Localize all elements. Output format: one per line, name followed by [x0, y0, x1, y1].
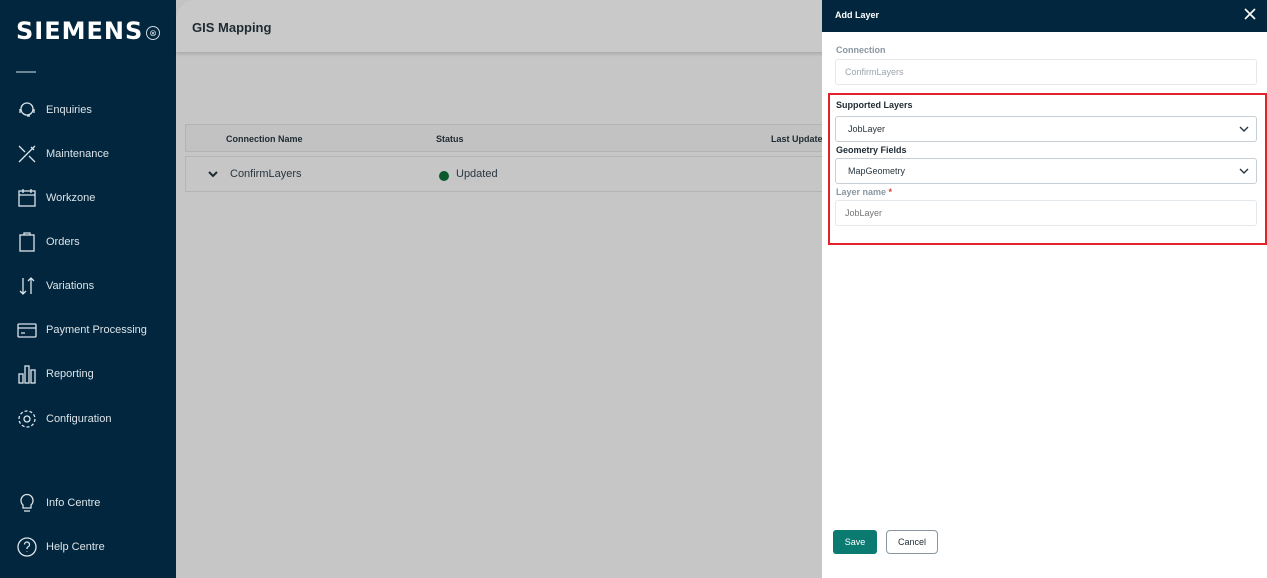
sidebar-item-workzone[interactable]: Workzone	[16, 185, 95, 211]
table-header: Connection Name Status Last Update	[185, 124, 885, 152]
sidebar-item-maintenance[interactable]: Maintenance	[16, 141, 109, 167]
sidebar-item-label: Configuration	[46, 413, 112, 425]
close-icon[interactable]	[1243, 7, 1257, 21]
clipboard-icon	[16, 231, 38, 253]
gear-icon	[16, 408, 38, 430]
geometry-fields-value: MapGeometry	[848, 166, 906, 176]
sidebar-item-label: Reporting	[46, 368, 94, 380]
sidebar-item-info-centre[interactable]: Info Centre	[16, 490, 100, 516]
column-header-status[interactable]: Status	[436, 134, 464, 144]
supported-layers-value: JobLayer	[848, 124, 886, 134]
chevron-down-icon	[1239, 168, 1249, 174]
sidebar-item-label: Variations	[46, 280, 95, 292]
layer-name-label: Layer name *	[836, 187, 892, 197]
table-row[interactable]: ConfirmLayers Updated	[185, 156, 885, 192]
add-layer-drawer: Add Layer Connection ConfirmLayers Suppo…	[822, 0, 1267, 578]
sidebar-item-label: Enquiries	[46, 104, 92, 116]
connection-label: Connection	[836, 45, 886, 55]
bar-chart-icon	[16, 363, 38, 385]
sidebar-item-reporting[interactable]: Reporting	[16, 361, 94, 387]
required-marker: *	[888, 187, 893, 197]
sidebar-item-label: Orders	[46, 236, 80, 248]
headset-icon	[16, 99, 38, 121]
connection-field[interactable]: ConfirmLayers	[835, 59, 1257, 85]
help-icon	[16, 536, 38, 558]
cancel-button[interactable]: Cancel	[886, 530, 938, 554]
sidebar-item-orders[interactable]: Orders	[16, 229, 80, 255]
connection-name-cell: ConfirmLayers	[230, 168, 302, 180]
sidebar: SIEMENS ⊗ Enquiries Maintenance Workzone…	[0, 0, 176, 578]
brand-mark-icon: ⊗	[146, 26, 160, 40]
card-icon	[16, 319, 38, 341]
connections-table: Connection Name Status Last Update Confi…	[185, 124, 885, 192]
layer-name-label-text: Layer name	[836, 187, 887, 197]
save-button[interactable]: Save	[833, 530, 877, 554]
status-dot-icon	[439, 171, 449, 181]
column-header-last-update[interactable]: Last Update	[771, 134, 823, 144]
siemens-logo: SIEMENS	[16, 17, 144, 45]
sidebar-item-help-centre[interactable]: Help Centre	[16, 534, 105, 560]
sidebar-item-label: Workzone	[46, 192, 96, 204]
calendar-icon	[16, 187, 38, 209]
drawer-header: Add Layer	[822, 0, 1267, 32]
sidebar-item-enquiries[interactable]: Enquiries	[16, 97, 92, 123]
chevron-down-icon[interactable]	[208, 169, 218, 179]
geometry-fields-select[interactable]: MapGeometry	[835, 158, 1257, 184]
page-title: GIS Mapping	[192, 20, 272, 35]
geometry-fields-label: Geometry Fields	[836, 145, 907, 155]
chevron-down-icon	[1239, 126, 1249, 132]
sidebar-item-payment-processing[interactable]: Payment Processing	[16, 317, 147, 343]
layer-name-input[interactable]	[835, 200, 1257, 226]
sidebar-item-label: Maintenance	[46, 148, 109, 160]
drawer-title: Add Layer	[835, 10, 880, 20]
arrows-updown-icon	[16, 275, 38, 297]
menu-toggle-icon[interactable]	[16, 71, 36, 73]
sidebar-item-label: Info Centre	[46, 497, 101, 509]
status-cell: Updated	[456, 168, 498, 180]
tools-icon	[16, 143, 38, 165]
sidebar-item-label: Payment Processing	[46, 324, 147, 336]
column-header-connection-name[interactable]: Connection Name	[226, 134, 303, 144]
supported-layers-select[interactable]: JobLayer	[835, 116, 1257, 142]
sidebar-item-label: Help Centre	[46, 541, 105, 553]
lightbulb-icon	[16, 492, 38, 514]
sidebar-item-configuration[interactable]: Configuration	[16, 406, 111, 432]
sidebar-item-variations[interactable]: Variations	[16, 273, 94, 299]
supported-layers-label: Supported Layers	[836, 100, 913, 110]
